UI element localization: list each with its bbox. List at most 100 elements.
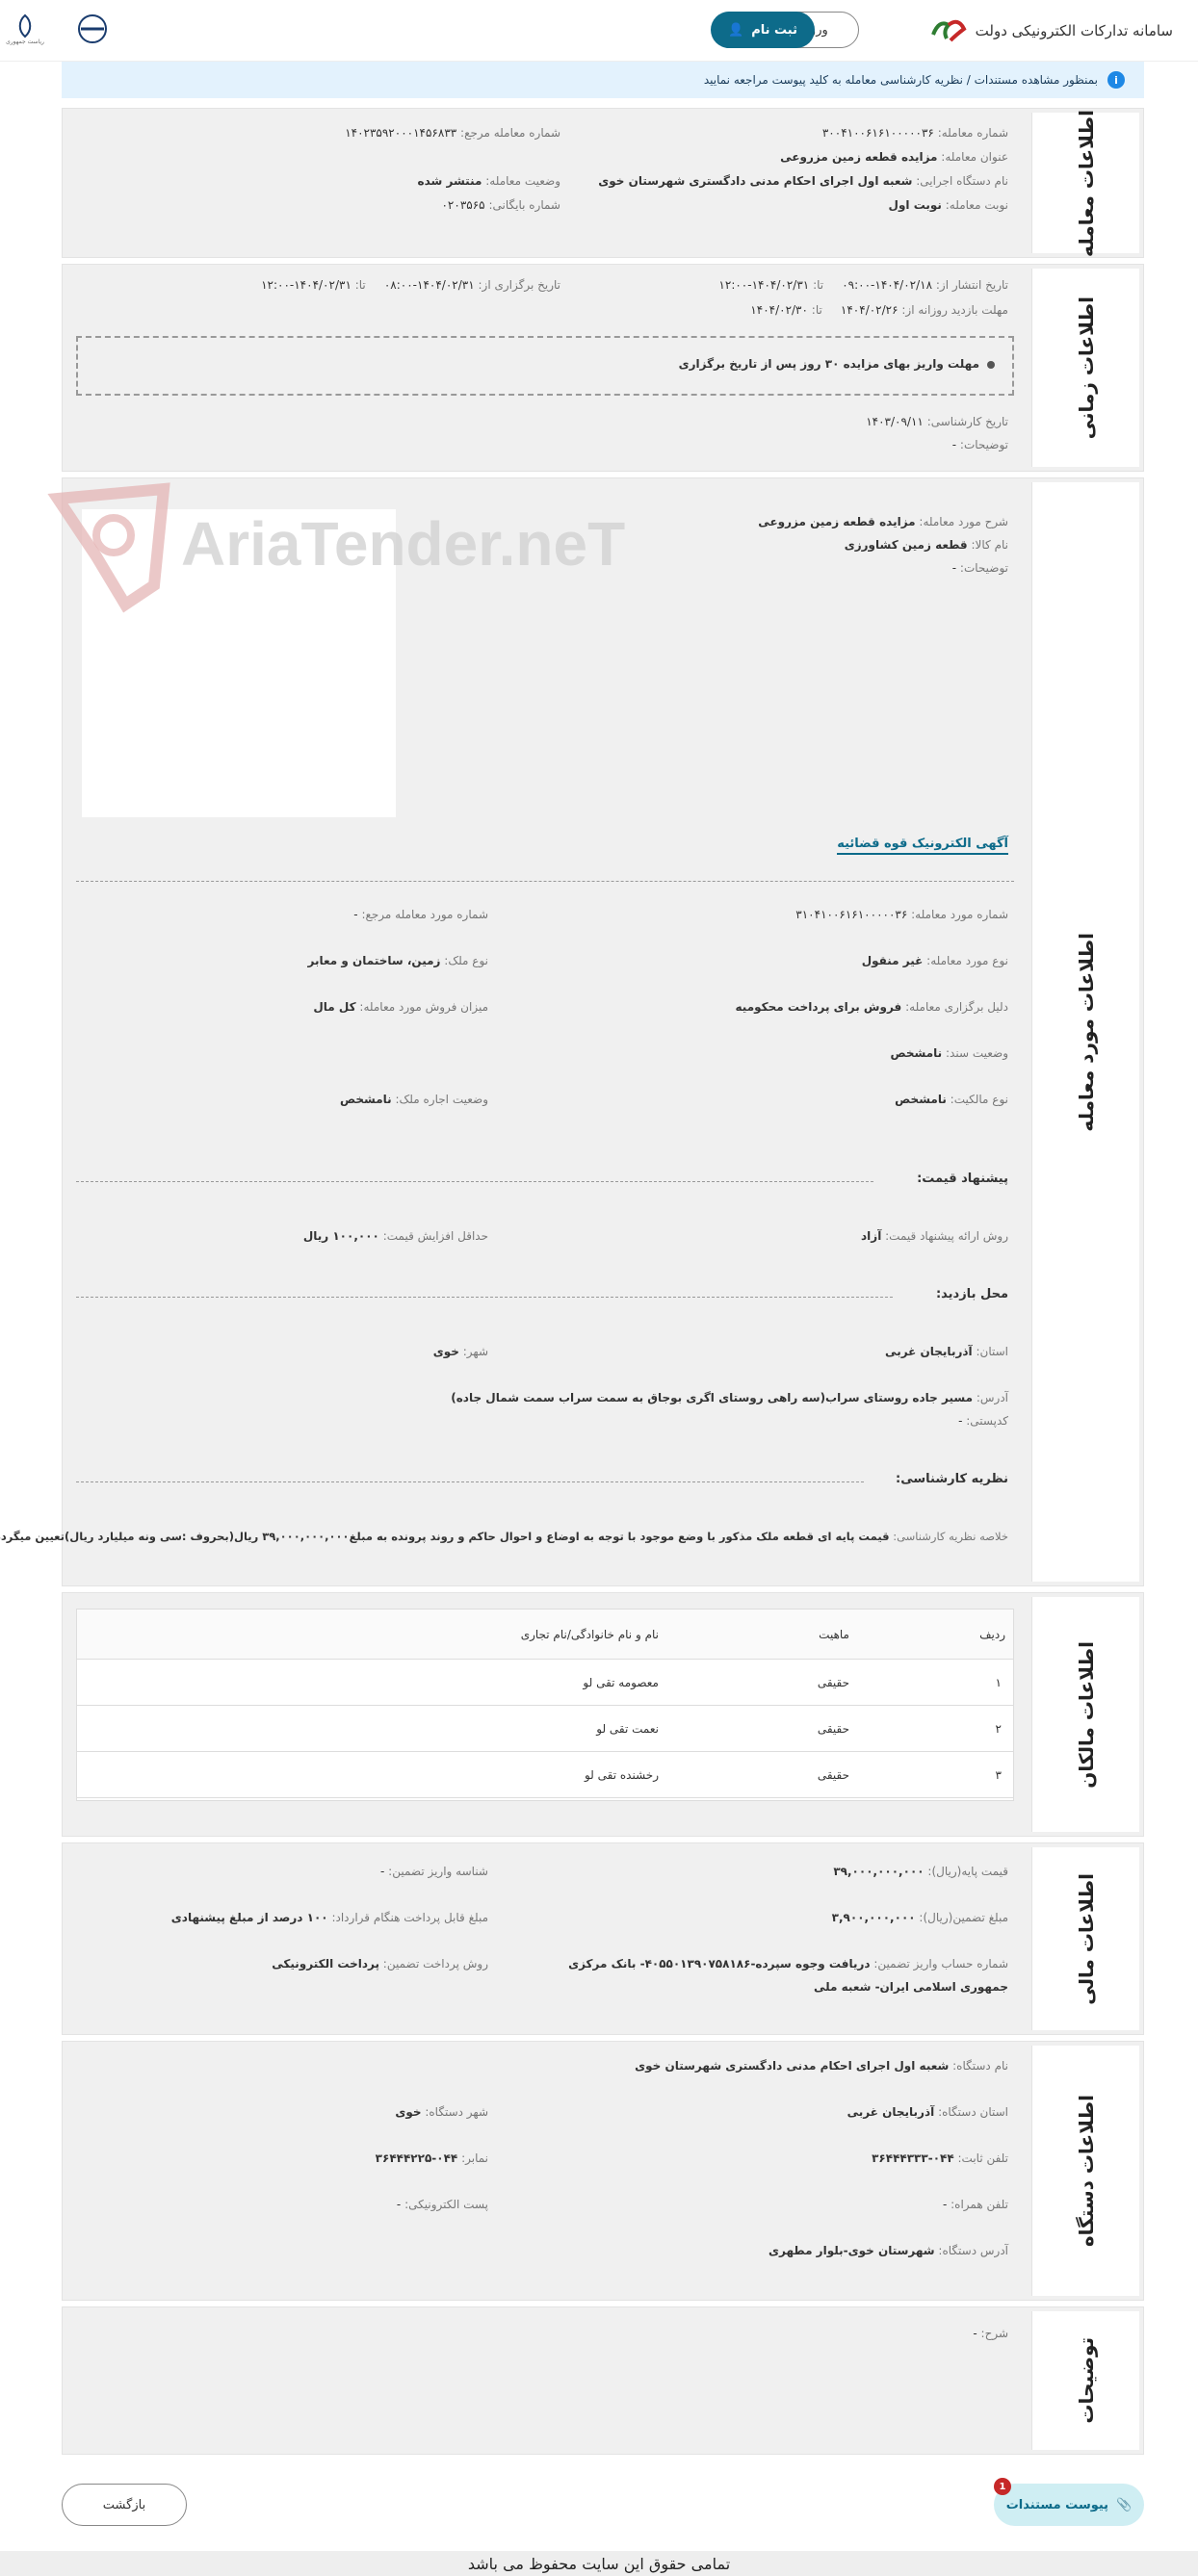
section-body: شرح: - [63, 2307, 1028, 2454]
row-name: نعمت تقی لو [596, 1721, 659, 1736]
payment-deadline-text: مهلت واریز بهای مزایده ۳۰ روز پس از تاری… [679, 357, 995, 371]
price-method: روش ارائه پیشنهاد قیمت: آزاد [861, 1229, 1008, 1243]
info-icon: i [1107, 71, 1125, 89]
section-title: اطلاعات مالکان [1031, 1597, 1139, 1832]
item-type: نوع مورد معامله: غیر منقول [861, 954, 1008, 967]
brand[interactable]: سامانه تدارکات الکترونیکی دولت [929, 15, 1173, 46]
row-type: حقیقی [817, 1721, 849, 1736]
agency-email: پست الکترونیکی: - [396, 2198, 488, 2211]
row-index: ۱ [995, 1675, 1002, 1689]
divider [76, 1181, 873, 1182]
section-body: قیمت پایه(ریال): ۳۹,۰۰۰,۰۰۰,۰۰۰ شناسه وا… [63, 1843, 1028, 2034]
section-title: اطلاعات مورد معامله [1031, 482, 1139, 1582]
guarantee-account-bank: جمهوری اسلامی ایران- شعبه ملی [814, 1980, 1008, 1994]
visit-date-range: مهلت بازدید روزانه از: ۱۴۰۴/۰۲/۲۶ تا: ۱۴… [750, 303, 1008, 317]
header-name: نام و نام خانوادگی/نام تجاری [520, 1627, 659, 1641]
min-increase: حداقل افزایش قیمت: ۱۰۰,۰۰۰ ریال [302, 1229, 488, 1243]
attachment-notice: i بمنظور مشاهده مستندات / نظریه کارشناسی… [62, 62, 1144, 98]
financial-section: اطلاعات مالی قیمت پایه(ریال): ۳۹,۰۰۰,۰۰۰… [62, 1842, 1144, 2035]
transaction-status: وضعیت معامله: منتشر شده [417, 174, 560, 188]
item-notes: توضیحات: - [951, 561, 1008, 575]
visit-province: استان: آذربایجان غربی [885, 1345, 1008, 1358]
owners-table: ردیف ماهیت نام و نام خانوادگی/نام تجاری … [76, 1609, 1014, 1801]
agency-city: شهر دستگاه: خوی [395, 2105, 488, 2119]
paperclip-icon: 📎 [1116, 2497, 1133, 2512]
transaction-number: شماره معامله: ۳۰۰۴۱۰۰۶۱۶۱۰۰۰۰۰۳۶ [821, 126, 1008, 140]
transaction-info-section: اطلاعات معامله شماره معامله: ۳۰۰۴۱۰۰۶۱۶۱… [62, 108, 1144, 258]
iran-emblem-logo-icon: ریاست جمهوری [4, 8, 46, 50]
visit-address: آدرس: مسیر جاده روستای سراب(سه راهی روست… [451, 1391, 1008, 1404]
row-type: حقیقی [817, 1767, 849, 1782]
setad-logo-icon [929, 15, 968, 46]
item-ref-number: شماره مورد معامله مرجع: - [353, 908, 488, 921]
agency-province: استان دستگاه: آذربایجان غربی [846, 2105, 1008, 2119]
section-title: اطلاعات زمانی [1031, 269, 1139, 467]
base-price: قیمت پایه(ریال): ۳۹,۰۰۰,۰۰۰,۰۰۰ [833, 1865, 1008, 1878]
site-title: سامانه تدارکات الکترونیکی دولت [975, 22, 1173, 39]
explanation-text: شرح: - [973, 2327, 1008, 2340]
agency-name: نام دستگاه اجرایی: شعبه اول اجرای احکام … [598, 174, 1008, 188]
holding-reason: دلیل برگزاری معامله: فروش برای پرداخت مح… [735, 1000, 1008, 1014]
notice-text: بمنظور مشاهده مستندات / نظریه کارشناسی م… [703, 73, 1098, 87]
agency-name: نام دستگاه: شعبه اول اجرای احکام مدنی دا… [635, 2059, 1008, 2073]
table-row: ۳ حقیقی رخشنده تقی لو [77, 1752, 1013, 1798]
top-bar: سامانه تدارکات الکترونیکی دولت ورود ⇥ ثب… [0, 0, 1198, 62]
agency-address: آدرس دستگاه: شهرستان خوی-بلوار مطهری [768, 2244, 1008, 2257]
gov-logo-text: ریاست جمهوری [6, 38, 44, 45]
visit-postal-code: کدپستی: - [958, 1414, 1008, 1428]
divider [76, 1481, 864, 1482]
judiciary-ad-link[interactable]: آگهی الکترونیک قوه قضائیه [837, 837, 1008, 855]
register-label: ثبت نام [751, 22, 797, 38]
add-user-icon: 👤 [728, 22, 744, 38]
header-index: ردیف [979, 1627, 1005, 1641]
goods-name: نام کالا: قطعه زمین کشاورزی [844, 538, 1008, 552]
section-title: اطلاعات دستگاه [1031, 2046, 1139, 2296]
bullet-icon [987, 360, 995, 369]
item-info-section: اطلاعات مورد معامله شرح مورد معامله: مزا… [0, 477, 1144, 1586]
divider [76, 1297, 893, 1298]
explanations-section: توضیحات شرح: - [62, 2306, 1144, 2455]
guarantee-account: شماره حساب واریز تضمین: دریافت وجوه سپرد… [568, 1957, 1008, 1971]
section-body: ردیف ماهیت نام و نام خانوادگی/نام تجاری … [63, 1593, 1028, 1836]
register-button[interactable]: ثبت نام 👤 [711, 12, 815, 48]
row-index: ۳ [995, 1767, 1002, 1782]
table-row: ۲ حقیقی نعمت تقی لو [77, 1706, 1013, 1752]
hold-date-range: تاریخ برگزاری از: ۱۴۰۴/۰۲/۳۱-۰۸:۰۰ تا: ۱… [261, 278, 560, 292]
expert-date: تاریخ کارشناسی: ۱۴۰۳/۰۹/۱۱ [866, 415, 1008, 428]
attach-documents-button[interactable]: 📎 پیوست مستندات 1 [994, 2478, 1144, 2526]
transaction-ref-number: شماره معامله مرجع: ۱۴۰۲۳۵۹۲۰۰۰۱۴۵۶۸۳۳ [345, 126, 560, 140]
gov-logos: ریاست جمهوری [4, 8, 114, 50]
header-type: ماهیت [819, 1627, 849, 1641]
section-title: اطلاعات معامله [1031, 110, 1139, 256]
document-status: وضعیت سند: نامشخص [890, 1046, 1008, 1060]
section-title: اطلاعات مالی [1031, 1847, 1139, 2030]
item-description: شرح مورد معامله: مزایده قطعه زمین مزروعی [758, 515, 1008, 528]
agency-fax: نمابر: ۰۴۴-۳۶۴۴۴۲۲۵ [375, 2151, 488, 2165]
agency-mobile: تلفن همراه: - [942, 2198, 1008, 2211]
archive-number: شماره بایگانی: ۰۲۰۳۵۶۵ [441, 198, 560, 212]
ownership-type: نوع مالکیت: نامشخص [895, 1093, 1008, 1106]
publish-date-range: تاریخ انتشار از: ۱۴۰۴/۰۲/۱۸-۰۹:۰۰ تا: ۱۴… [718, 278, 1008, 292]
back-button[interactable]: بازگشت [62, 2484, 187, 2526]
expert-opinion-heading: نظریه کارشناسی: [896, 1472, 1008, 1486]
guarantee-pay-method: روش پرداخت تضمین: پرداخت الکترونیکی [272, 1957, 488, 1971]
expert-summary: خلاصه نظریه کارشناسی: قیمت پایه ای قطعه … [0, 1530, 1008, 1543]
gov-emblem-logo-icon [71, 8, 114, 50]
contract-payment: مبلغ قابل پرداخت هنگام قرارداد: ۱۰۰ درصد… [170, 1911, 488, 1924]
visit-place-heading: محل بازدید: [935, 1287, 1008, 1301]
table-header: ردیف ماهیت نام و نام خانوادگی/نام تجاری [77, 1610, 1013, 1660]
agency-section: اطلاعات دستگاه نام دستگاه: شعبه اول اجرا… [62, 2041, 1144, 2301]
row-name: معصومه تقی لو [583, 1675, 659, 1689]
deposit-id: شناسه واریز تضمین: - [380, 1865, 488, 1878]
time-description: توضیحات: - [951, 438, 1008, 451]
transaction-round: نوبت معامله: نوبت اول [888, 198, 1008, 212]
item-number: شماره مورد معامله: ۳۱۰۴۱۰۰۶۱۶۱۰۰۰۰۰۳۶ [795, 908, 1008, 921]
lease-status: وضعیت اجاره ملک: نامشخص [340, 1093, 488, 1106]
property-type: نوع ملک: زمین، ساختمان و معابر [307, 954, 488, 967]
sale-amount: میزان فروش مورد معامله: کل مال [313, 1000, 488, 1014]
item-image[interactable] [82, 509, 396, 817]
attach-label: پیوست مستندات [1005, 2497, 1109, 2512]
section-body: تاریخ انتشار از: ۱۴۰۴/۰۲/۱۸-۰۹:۰۰ تا: ۱۴… [63, 265, 1028, 471]
deadline-box: مهلت واریز بهای مزایده ۳۰ روز پس از تاری… [76, 336, 1014, 396]
transaction-subject: عنوان معامله: مزایده قطعه زمین مزروعی [780, 150, 1008, 164]
